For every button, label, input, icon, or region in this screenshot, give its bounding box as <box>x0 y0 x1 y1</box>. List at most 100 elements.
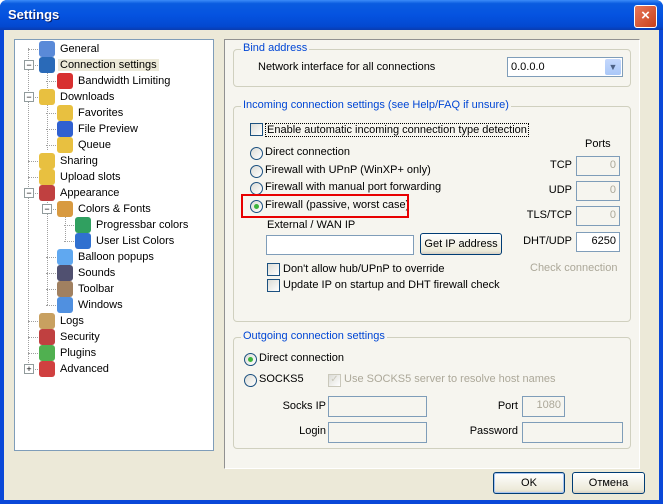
cancel-button[interactable]: Отмена <box>572 472 645 494</box>
wrench-icon <box>39 361 55 377</box>
network-interface-label: Network interface for all connections <box>258 61 436 73</box>
close-icon: × <box>641 7 650 24</box>
incoming-legend: Incoming connection settings (see Help/F… <box>241 99 511 111</box>
socks-port-input[interactable]: 1080 <box>522 396 565 417</box>
puzzle-icon <box>39 345 55 361</box>
tree-guide-line <box>46 145 56 146</box>
palette-icon <box>57 201 73 217</box>
window-icon <box>57 297 73 313</box>
update-ip-checkbox[interactable] <box>267 279 280 292</box>
tree-item-upload-slots[interactable]: Upload slots <box>39 169 123 185</box>
shield-icon <box>39 329 55 345</box>
expand-icon[interactable]: + <box>24 364 34 374</box>
auto-detect-label[interactable]: Enable automatic incoming connection typ… <box>265 123 529 137</box>
socks-resolve-label[interactable]: Use SOCKS5 server to resolve host names <box>344 373 556 385</box>
outgoing-direct-radio[interactable] <box>244 353 257 366</box>
tree-item-label: User List Colors <box>96 235 175 247</box>
chevron-down-icon[interactable]: ▼ <box>605 59 621 75</box>
tree-item-file-preview[interactable]: File Preview <box>57 121 140 137</box>
tree-guide-line <box>46 305 56 306</box>
ports-title: Ports <box>585 138 611 150</box>
dialog-client: General − Connection settings Bandwidth Lim… <box>4 30 659 500</box>
dht-port-input[interactable]: 6250 <box>576 232 620 252</box>
tree-item-advanced[interactable]: Advanced <box>39 361 111 377</box>
collapse-icon[interactable]: − <box>24 188 34 198</box>
tls-port-input[interactable]: 0 <box>576 206 620 226</box>
tree-item-logs[interactable]: Logs <box>39 313 86 329</box>
globe-icon <box>39 57 55 73</box>
tree-item-sounds[interactable]: Sounds <box>57 265 117 281</box>
title-bar[interactable]: Settings × <box>0 0 663 30</box>
incoming-group: Incoming connection settings (see Help/F… <box>233 99 631 322</box>
tree-item-label: Colors & Fonts <box>78 203 151 215</box>
tree-item-connection-settings[interactable]: Connection settings <box>39 57 159 73</box>
socks5-label[interactable]: SOCKS5 <box>259 373 304 385</box>
tree-item-label: Security <box>60 331 100 343</box>
tree-guide-line <box>47 71 48 150</box>
direct-connection-radio[interactable] <box>250 147 263 160</box>
udp-port-label: UDP <box>548 184 572 196</box>
tree-item-label: Queue <box>78 139 112 151</box>
tree-item-balloon-popups[interactable]: Balloon popups <box>57 249 156 265</box>
socks-ip-label: Socks IP <box>282 400 326 412</box>
tree-item-label: Favorites <box>78 107 124 119</box>
login-input[interactable] <box>328 422 427 443</box>
tree-guide-line <box>46 129 56 130</box>
tree-item-label: Bandwidth Limiting <box>78 75 171 87</box>
tree-item-queue[interactable]: Queue <box>57 137 113 153</box>
bind-address-legend: Bind address <box>241 42 310 54</box>
socks-ip-input[interactable] <box>328 396 427 417</box>
tree-item-label: Plugins <box>60 347 97 359</box>
log-pen-icon <box>39 313 55 329</box>
tools-icon <box>57 281 73 297</box>
network-interface-value: 0.0.0.0 <box>511 61 545 73</box>
progressbar-icon <box>75 217 91 233</box>
collapse-icon[interactable]: − <box>42 204 52 214</box>
network-interface-select[interactable]: 0.0.0.0 ▼ <box>507 57 623 77</box>
tree-item-downloads[interactable]: Downloads <box>39 89 116 105</box>
no-override-checkbox[interactable] <box>267 263 280 276</box>
update-ip-label[interactable]: Update IP on startup and DHT firewall ch… <box>283 279 500 291</box>
settings-window: Settings × General − Connection settings Ba… <box>0 0 663 504</box>
tree-item-appearance[interactable]: Appearance <box>39 185 121 201</box>
auto-detect-checkbox[interactable] <box>250 123 263 136</box>
tree-guide-line <box>64 241 74 242</box>
check-connection-button[interactable]: Check connection <box>530 262 617 274</box>
direct-connection-label[interactable]: Direct connection <box>265 146 350 158</box>
password-input[interactable] <box>522 422 623 443</box>
tree-item-general[interactable]: General <box>39 41 101 57</box>
tree-item-progressbar-colors[interactable]: Progressbar colors <box>75 217 190 233</box>
collapse-icon[interactable]: − <box>24 60 34 70</box>
tree-item-label: Balloon popups <box>78 251 154 263</box>
socks-resolve-checkbox[interactable]: ✓ <box>328 374 341 387</box>
tree-item-user-list-colors[interactable]: User List Colors <box>75 233 176 249</box>
firewall-upnp-radio[interactable] <box>250 165 263 178</box>
tree-item-colors-fonts[interactable]: Colors & Fonts <box>57 201 153 217</box>
outgoing-direct-label[interactable]: Direct connection <box>259 352 344 364</box>
user-monitor-icon <box>39 41 55 57</box>
tree-item-sharing[interactable]: Sharing <box>39 153 100 169</box>
tcp-port-input[interactable]: 0 <box>576 156 620 176</box>
collapse-icon[interactable]: − <box>24 92 34 102</box>
login-label: Login <box>299 425 326 437</box>
udp-port-input[interactable]: 0 <box>576 181 620 201</box>
tree-item-plugins[interactable]: Plugins <box>39 345 98 361</box>
no-override-label[interactable]: Don't allow hub/UPnP to override <box>283 263 445 275</box>
close-button[interactable]: × <box>634 5 657 28</box>
tree-item-label: Connection settings <box>58 59 159 71</box>
tree-guide-line <box>46 81 56 82</box>
tree-item-bandwidth-limiting[interactable]: Bandwidth Limiting <box>57 73 172 89</box>
firewall-upnp-label[interactable]: Firewall with UPnP (WinXP+ only) <box>265 164 431 176</box>
wan-ip-input[interactable] <box>266 235 414 255</box>
ok-button[interactable]: OK <box>493 472 565 494</box>
tree-item-toolbar[interactable]: Toolbar <box>57 281 116 297</box>
settings-tree[interactable]: General − Connection settings Bandwidth Lim… <box>14 39 214 451</box>
socks5-radio[interactable] <box>244 374 257 387</box>
tree-guide-line <box>64 225 74 226</box>
tree-guide-line <box>28 353 38 354</box>
tree-item-windows[interactable]: Windows <box>57 297 125 313</box>
firewall-manual-label[interactable]: Firewall with manual port forwarding <box>265 181 441 193</box>
tree-item-security[interactable]: Security <box>39 329 102 345</box>
get-ip-button[interactable]: Get IP address <box>420 233 502 255</box>
tree-item-favorites[interactable]: Favorites <box>57 105 125 121</box>
